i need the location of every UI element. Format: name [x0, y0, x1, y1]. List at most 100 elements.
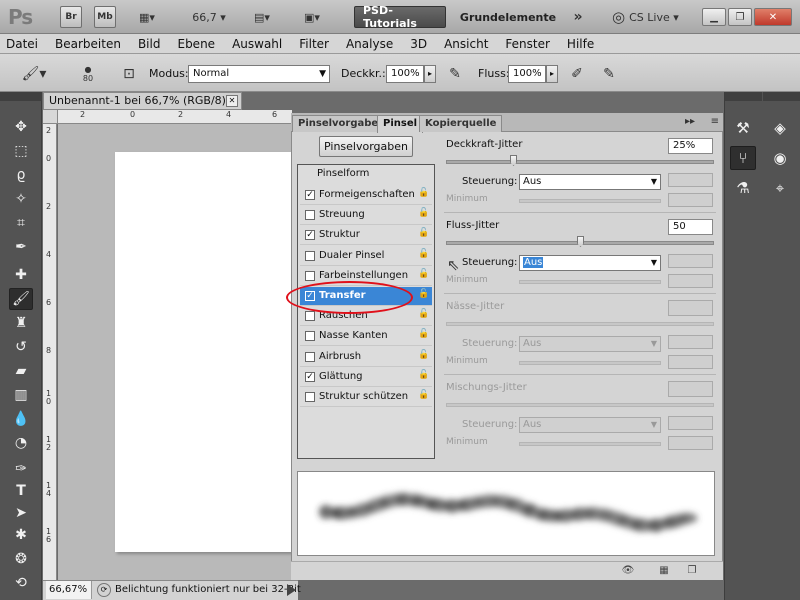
- tab-kopierquelle[interactable]: Kopierquelle: [419, 115, 503, 132]
- layers-panel-icon[interactable]: ◈: [767, 116, 793, 140]
- 3d-rotate-tool-icon[interactable]: ❂: [9, 548, 33, 570]
- tools-panel-header[interactable]: [0, 92, 42, 101]
- brush-option-struktur-schützen[interactable]: Struktur schützen 🔓: [300, 388, 432, 407]
- airbrush-button[interactable]: ✐: [566, 63, 588, 85]
- lock-icon[interactable]: 🔓: [418, 188, 429, 201]
- lock-icon[interactable]: 🔓: [418, 329, 429, 342]
- brush-option-checkbox[interactable]: [305, 351, 315, 362]
- menu-bild[interactable]: Bild: [138, 37, 161, 51]
- flow-jitter-slider[interactable]: [446, 236, 714, 247]
- brush-option-checkbox[interactable]: [305, 331, 315, 342]
- menu-3d[interactable]: 3D: [410, 37, 427, 51]
- menu-bearbeiten[interactable]: Bearbeiten: [55, 37, 121, 51]
- channels-panel-icon[interactable]: ◉: [767, 146, 793, 170]
- lock-icon[interactable]: 🔓: [418, 370, 429, 383]
- brush-option-checkbox[interactable]: [305, 392, 315, 402]
- flow-jitter-input[interactable]: 50: [668, 219, 713, 235]
- cs-live-button[interactable]: ◎ CS Live ▾: [612, 6, 696, 28]
- eyedropper-tool-icon[interactable]: ✒: [9, 236, 33, 258]
- brush-tool-icon[interactable]: 🖌: [9, 288, 33, 310]
- menu-fenster[interactable]: Fenster: [505, 37, 550, 51]
- workspace-psd-tutorials-button[interactable]: PSD-Tutorials: [354, 4, 446, 30]
- menu-hilfe[interactable]: Hilfe: [567, 37, 594, 51]
- zoom-level-dropdown[interactable]: 66,7 ▾: [184, 6, 234, 28]
- eraser-tool-icon[interactable]: ▰: [9, 360, 33, 382]
- brush-option-checkbox[interactable]: [305, 250, 315, 261]
- brush-option-dualer-pinsel[interactable]: Dualer Pinsel 🔓: [300, 247, 432, 266]
- brush-presets-panel-icon[interactable]: ⚒: [730, 116, 756, 140]
- more-workspaces-button[interactable]: »: [566, 6, 590, 28]
- brush-option-glättung[interactable]: ✓ Glättung 🔓: [300, 368, 432, 387]
- lock-icon[interactable]: 🔓: [418, 350, 429, 363]
- brush-option-checkbox[interactable]: ✓: [305, 190, 315, 200]
- marquee-tool-icon[interactable]: ⬚: [9, 140, 33, 162]
- brush-option-checkbox[interactable]: [305, 210, 315, 221]
- opacity-jitter-input[interactable]: 25%: [668, 138, 713, 154]
- brush-panel-icon[interactable]: ⑂: [730, 146, 756, 170]
- flow-input[interactable]: 100%: [508, 65, 546, 83]
- brush-presets-button[interactable]: Pinselvorgaben: [319, 136, 413, 157]
- quick-selection-tool-icon[interactable]: ✧: [9, 188, 33, 210]
- opacity-control-dropdown[interactable]: Aus ▼: [519, 174, 661, 190]
- arrange-documents-button[interactable]: ▤▾: [243, 6, 281, 28]
- pen-tool-icon[interactable]: ✑: [9, 458, 33, 480]
- mode-dropdown[interactable]: Normal ▼: [188, 65, 330, 83]
- pressure-size-button[interactable]: ✎: [598, 63, 620, 85]
- brush-option-checkbox[interactable]: ✓: [305, 230, 315, 241]
- menu-filter[interactable]: Filter: [299, 37, 329, 51]
- lock-icon[interactable]: 🔓: [418, 309, 429, 322]
- mini-bridge-button[interactable]: Mb: [94, 6, 116, 28]
- lock-icon[interactable]: 🔓: [418, 289, 429, 302]
- tool-preset-picker[interactable]: 🖌 ▾: [16, 63, 52, 85]
- menu-auswahl[interactable]: Auswahl: [232, 37, 282, 51]
- healing-brush-tool-icon[interactable]: ✚: [9, 264, 33, 286]
- dodge-tool-icon[interactable]: ◔: [9, 432, 33, 454]
- shape-tool-icon[interactable]: ✱: [9, 524, 33, 546]
- menu-analyse[interactable]: Analyse: [346, 37, 393, 51]
- zoom-status[interactable]: 66,67%: [46, 581, 92, 599]
- ruler-origin[interactable]: [43, 110, 58, 124]
- close-document-icon[interactable]: ✕: [226, 95, 238, 107]
- type-tool-icon[interactable]: T: [9, 480, 33, 502]
- brush-option-airbrush[interactable]: Airbrush 🔓: [300, 348, 432, 367]
- view-extras-button[interactable]: ▦▾: [128, 6, 166, 28]
- lock-icon[interactable]: 🔓: [418, 228, 429, 241]
- dock-column-header[interactable]: [763, 92, 800, 101]
- brush-option-checkbox[interactable]: [305, 311, 315, 322]
- 3d-camera-tool-icon[interactable]: ⟲: [9, 572, 33, 594]
- lock-icon[interactable]: 🔓: [418, 249, 429, 262]
- flow-control-dropdown[interactable]: Aus ▼: [519, 255, 661, 271]
- restore-button[interactable]: ❐: [728, 8, 752, 26]
- clone-source-panel-icon[interactable]: ⚗: [730, 176, 756, 200]
- lock-icon[interactable]: 🔓: [418, 269, 429, 282]
- collapse-panel-icon[interactable]: ▸▸: [685, 116, 695, 127]
- screen-mode-button[interactable]: ▣▾: [292, 6, 332, 28]
- brush-tip-shape-item[interactable]: Pinselform: [317, 168, 369, 179]
- blur-tool-icon[interactable]: 💧: [9, 408, 33, 430]
- brush-option-formeigenschaften[interactable]: ✓ Formeigenschaften 🔓: [300, 186, 432, 205]
- toggle-brush-panel-button[interactable]: ⊡: [118, 63, 140, 85]
- brush-option-checkbox[interactable]: [305, 270, 315, 281]
- move-tool-icon[interactable]: ✥: [9, 116, 33, 138]
- menu-datei[interactable]: Datei: [6, 37, 38, 51]
- tab-pinsel[interactable]: Pinsel: [377, 115, 424, 133]
- brush-option-nasse-kanten[interactable]: Nasse Kanten 🔓: [300, 327, 432, 347]
- panel-menu-icon[interactable]: ≡: [711, 116, 719, 127]
- status-info-icon[interactable]: ⟳: [97, 583, 111, 597]
- new-brush-icon[interactable]: ❐: [685, 565, 699, 577]
- pressure-opacity-button[interactable]: ✎: [444, 63, 466, 85]
- workspace-grundelemente[interactable]: Grundelemente: [458, 6, 558, 28]
- document-tab[interactable]: Unbenannt-1 bei 66,7% (RGB/8) ✕: [43, 92, 242, 110]
- dock-column-header[interactable]: [725, 92, 762, 101]
- opacity-jitter-slider[interactable]: [446, 155, 714, 166]
- brush-option-struktur[interactable]: ✓ Struktur 🔓: [300, 226, 432, 246]
- toggle-hard-bristle-preview-icon[interactable]: 👁: [621, 565, 635, 577]
- lock-icon[interactable]: 🔓: [418, 208, 429, 221]
- crop-tool-icon[interactable]: ⌗: [9, 212, 33, 234]
- clone-stamp-tool-icon[interactable]: ♜: [9, 312, 33, 334]
- opacity-slider-toggle[interactable]: ▸: [424, 65, 436, 83]
- opacity-input[interactable]: 100%: [386, 65, 424, 83]
- gradient-tool-icon[interactable]: ▥: [9, 384, 33, 406]
- close-window-button[interactable]: ✕: [754, 8, 792, 26]
- menu-ansicht[interactable]: Ansicht: [444, 37, 488, 51]
